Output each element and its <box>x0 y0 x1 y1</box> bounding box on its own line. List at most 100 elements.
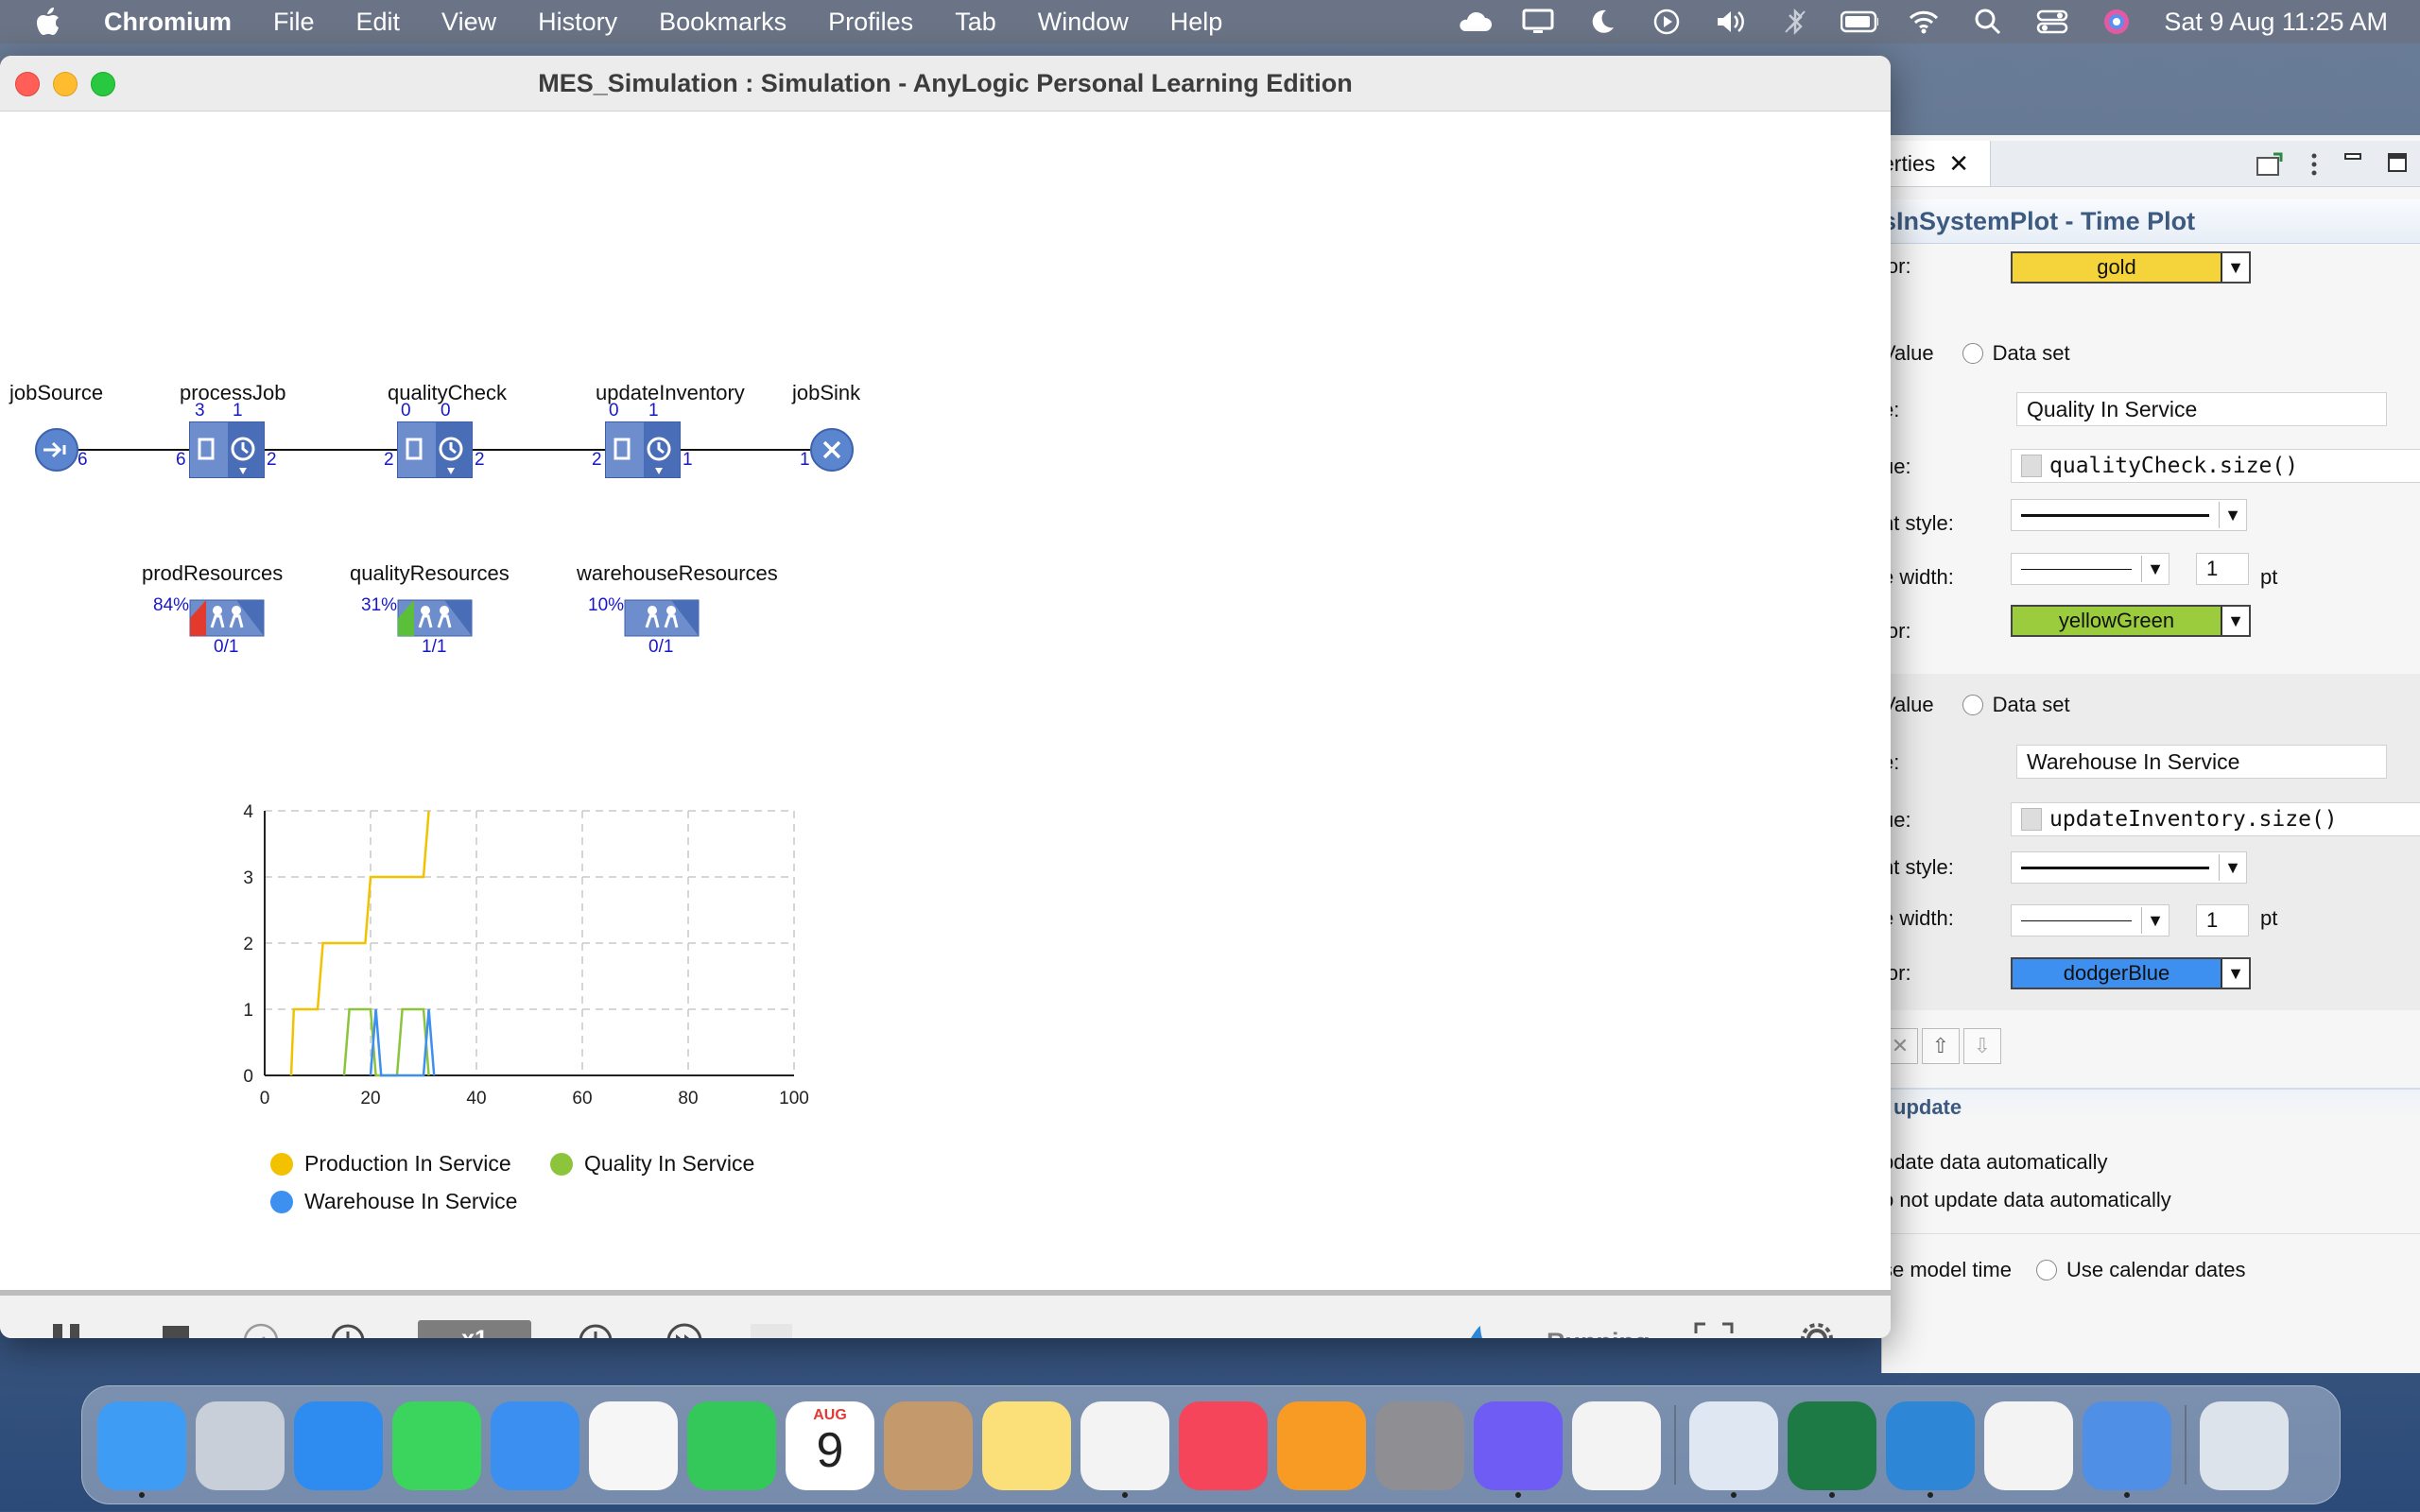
menu-profiles[interactable]: Profiles <box>828 8 913 37</box>
update-auto-option[interactable]: pdate data automatically <box>1882 1150 2108 1175</box>
menu-file[interactable]: File <box>273 8 315 37</box>
series3-title-field[interactable]: Warehouse In Service <box>2016 745 2387 779</box>
trash-icon[interactable] <box>2200 1401 2289 1490</box>
service-block-icon[interactable] <box>189 421 265 478</box>
menu-app-name[interactable]: Chromium <box>104 8 232 37</box>
real-time-mode-icon[interactable]: x1 <box>242 1322 280 1338</box>
menu-bookmarks[interactable]: Bookmarks <box>659 8 786 37</box>
series2-line-width-input[interactable]: 1 <box>2196 553 2249 585</box>
close-icon[interactable]: ✕ <box>1948 149 1969 179</box>
dataset-radio[interactable] <box>1962 695 1983 715</box>
java-icon[interactable] <box>1984 1401 2073 1490</box>
wifi-icon[interactable] <box>1905 8 1943 36</box>
resource-pool-icon[interactable] <box>397 599 475 639</box>
menu-history[interactable]: History <box>538 8 617 37</box>
dataset-radio-label[interactable]: Data set <box>1993 693 2070 717</box>
dataset-radio-label[interactable]: Data set <box>1993 341 2070 366</box>
books-icon[interactable] <box>1277 1401 1366 1490</box>
speed-up-icon[interactable] <box>577 1322 620 1338</box>
messages-icon[interactable] <box>392 1401 481 1490</box>
shortcuts-icon[interactable] <box>1474 1401 1563 1490</box>
menu-window[interactable]: Window <box>1038 8 1129 37</box>
color2-select[interactable]: yellowGreen ▼ <box>2011 605 2251 637</box>
vscode-icon[interactable] <box>1572 1401 1661 1490</box>
menu-view[interactable]: View <box>441 8 496 37</box>
cloud-icon[interactable] <box>1455 8 1493 36</box>
siri-icon[interactable] <box>2098 8 2135 36</box>
notes-icon[interactable] <box>982 1401 1071 1490</box>
chevron-down-icon[interactable]: ▼ <box>2222 253 2249 282</box>
finder-icon[interactable] <box>97 1401 186 1490</box>
service-block-icon[interactable] <box>605 421 681 478</box>
legend-item[interactable]: Production In Service <box>270 1151 511 1177</box>
chevron-down-icon[interactable]: ▼ <box>2222 607 2249 635</box>
safari-icon[interactable] <box>294 1401 383 1490</box>
mail-icon[interactable] <box>491 1401 579 1490</box>
battery-icon[interactable] <box>1841 8 1879 36</box>
contacts-icon[interactable] <box>884 1401 973 1490</box>
dataset-radio[interactable] <box>1962 343 1983 364</box>
code-toggle-icon[interactable] <box>2021 455 2042 477</box>
apple-icon[interactable] <box>36 8 60 36</box>
chevron-down-icon[interactable]: ▼ <box>2222 959 2249 988</box>
stop-icon[interactable] <box>161 1322 191 1338</box>
menu-help[interactable]: Help <box>1170 8 1223 37</box>
menu-tab[interactable]: Tab <box>955 8 996 37</box>
anylogic-icon[interactable] <box>1886 1401 1975 1490</box>
code-toggle-icon[interactable] <box>2021 808 2042 831</box>
arrow-up-icon[interactable]: ⇧ <box>1922 1028 1960 1064</box>
source-icon[interactable] <box>34 427 79 472</box>
properties-tab[interactable]: erties ✕ <box>1882 141 1991 186</box>
sink-icon[interactable] <box>809 427 855 472</box>
chromium-icon[interactable] <box>2083 1401 2171 1490</box>
series2-value-field[interactable]: qualityCheck.size() <box>2011 449 2420 483</box>
menu-edit[interactable]: Edit <box>356 8 401 37</box>
calendar-icon[interactable]: AUG 9 <box>786 1401 874 1490</box>
calendar-dates-label[interactable]: Use calendar dates <box>2066 1258 2246 1282</box>
view-menu-icon[interactable] <box>2309 152 2319 182</box>
series3-line-width-select[interactable]: ▼ <box>2011 904 2169 936</box>
search-icon[interactable] <box>1969 8 2007 36</box>
chevron-down-icon[interactable]: ▼ <box>2141 907 2169 934</box>
update-section-header[interactable]: update <box>1882 1088 2420 1122</box>
fullscreen-icon[interactable] <box>1694 1322 1734 1338</box>
settings-icon[interactable] <box>1800 1322 1845 1338</box>
menubar-clock[interactable]: Sat 9 Aug 11:25 AM <box>2164 8 2388 37</box>
series3-value-field[interactable]: updateInventory.size() <box>2011 802 2420 836</box>
series3-line-width-input[interactable]: 1 <box>2196 904 2249 936</box>
series2-line-width-select[interactable]: ▼ <box>2011 553 2169 585</box>
series2-point-style-select[interactable]: ▼ <box>2011 499 2247 531</box>
music-icon[interactable] <box>1179 1401 1268 1490</box>
model-time-label[interactable]: se model time <box>1882 1258 2012 1282</box>
new-view-icon[interactable] <box>2256 152 2285 182</box>
calendar-radio[interactable] <box>2035 1260 2057 1280</box>
volume-icon[interactable] <box>1712 8 1750 36</box>
photos-icon[interactable] <box>589 1401 678 1490</box>
preview-icon[interactable] <box>1689 1401 1778 1490</box>
resource-pool-icon[interactable] <box>189 599 267 639</box>
chevron-down-icon[interactable]: ▼ <box>2219 502 2246 528</box>
control-center-icon[interactable] <box>2033 8 2071 36</box>
resource-pool-icon[interactable] <box>624 599 701 639</box>
settings-icon[interactable] <box>1375 1401 1464 1490</box>
color1-select[interactable]: gold ▼ <box>2011 251 2251 284</box>
fast-forward-icon[interactable] <box>666 1322 703 1338</box>
play-icon[interactable] <box>1648 8 1685 36</box>
facetime-icon[interactable] <box>687 1401 776 1490</box>
arrow-down-icon[interactable]: ⇩ <box>1963 1028 2001 1064</box>
excel-icon[interactable] <box>1788 1401 1876 1490</box>
moon-icon[interactable] <box>1583 8 1621 36</box>
minimize-icon[interactable] <box>2343 152 2362 182</box>
launchpad-icon[interactable] <box>196 1401 285 1490</box>
chrome-icon[interactable] <box>1080 1401 1169 1490</box>
series3-point-style-select[interactable]: ▼ <box>2011 851 2247 884</box>
legend-item[interactable]: Quality In Service <box>550 1151 754 1177</box>
bluetooth-icon[interactable] <box>1776 8 1814 36</box>
speed-indicator[interactable]: x1 <box>418 1320 531 1338</box>
color3-select[interactable]: dodgerBlue ▼ <box>2011 957 2251 989</box>
chevron-down-icon[interactable]: ▼ <box>2219 854 2246 881</box>
service-block-icon[interactable] <box>397 421 473 478</box>
update-manual-option[interactable]: o not update data automatically <box>1882 1188 2171 1212</box>
slow-down-icon[interactable] <box>329 1322 371 1338</box>
maximize-icon[interactable] <box>2387 152 2408 182</box>
